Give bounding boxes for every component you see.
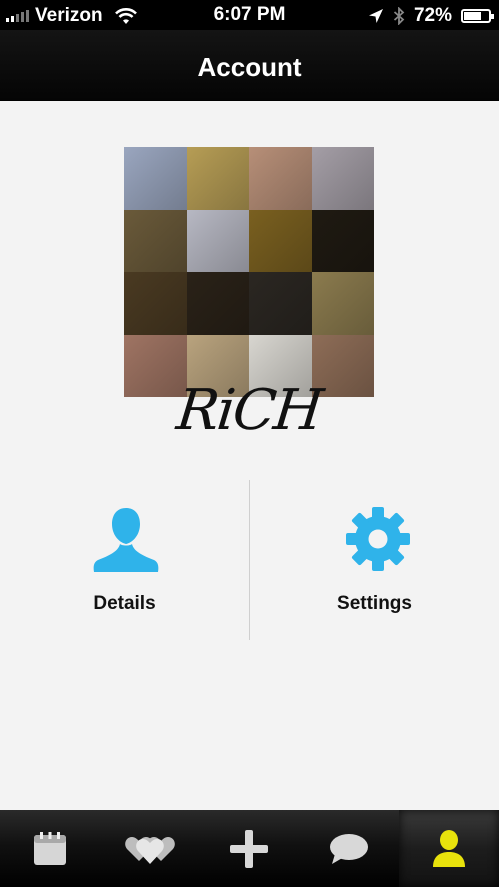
tab-bar [0, 810, 499, 887]
calendar-icon [33, 831, 66, 865]
tab-favorites[interactable] [100, 810, 200, 887]
battery-percentage: 72% [413, 5, 452, 26]
avatar-tile [311, 272, 374, 335]
person-icon [433, 829, 466, 867]
gear-icon [346, 507, 410, 571]
battery-icon [461, 9, 494, 23]
avatar-tile [311, 147, 374, 210]
profile-name-signature: RiCH [173, 378, 325, 443]
chat-bubble-icon [330, 833, 369, 864]
avatar-tile [124, 209, 187, 272]
settings-label: Settings [337, 593, 412, 614]
tab-add[interactable] [200, 810, 300, 887]
avatar-tile [186, 147, 249, 210]
avatar-tile [249, 209, 312, 272]
details-button[interactable]: Details [0, 480, 249, 640]
avatar-tile [249, 272, 312, 335]
avatar-tile [124, 147, 187, 210]
avatar-tile [186, 209, 249, 272]
location-arrow-icon [368, 9, 383, 23]
tab-account[interactable] [399, 810, 499, 887]
details-label: Details [93, 593, 156, 614]
tab-messages[interactable] [299, 810, 399, 887]
bluetooth-icon [393, 7, 405, 25]
tab-calendar[interactable] [0, 810, 100, 887]
status-bar: Verizon 6:07 PM 72% [0, 0, 499, 30]
avatar-tile [124, 272, 187, 335]
avatar-tile [249, 147, 312, 210]
person-silhouette-icon [93, 508, 159, 572]
hearts-icon [124, 836, 175, 864]
avatar-tile [186, 272, 249, 335]
avatar-photo-mosaic[interactable] [124, 147, 374, 397]
navigation-bar: Account [0, 30, 499, 101]
page-title: Account [197, 52, 302, 82]
settings-button[interactable]: Settings [250, 480, 499, 640]
plus-icon [230, 829, 269, 868]
avatar-tile [311, 209, 374, 272]
